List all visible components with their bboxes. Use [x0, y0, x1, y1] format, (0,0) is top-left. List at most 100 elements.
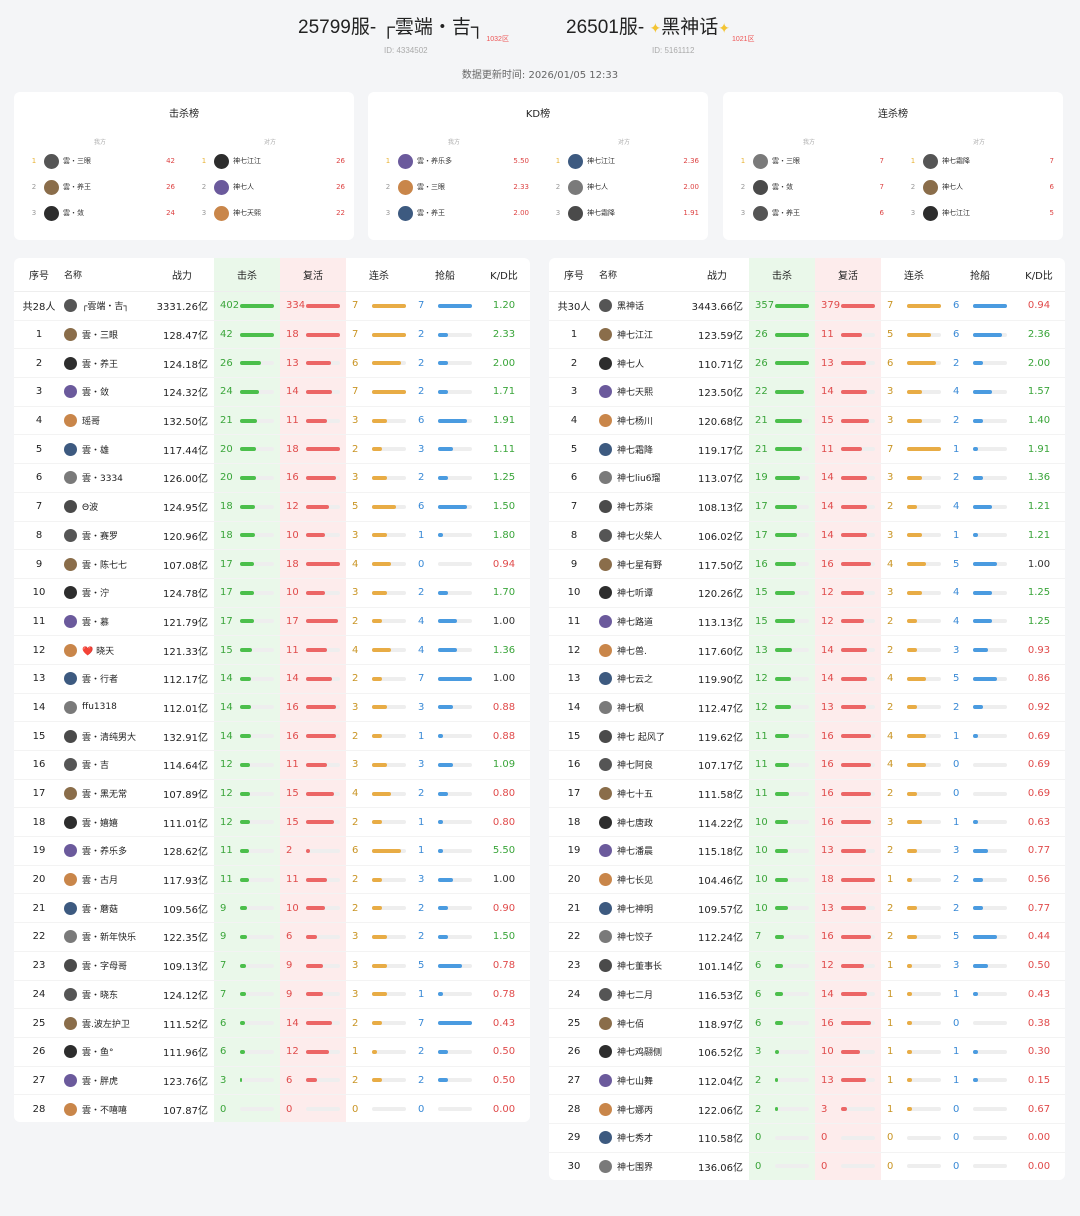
player-name: 雲・黑无常 [82, 790, 128, 801]
streak-bar-track [372, 533, 406, 538]
kills-bar [775, 332, 809, 337]
avatar [599, 758, 612, 772]
player-name: 雲・胖虎 [82, 1076, 119, 1087]
kills-bar [775, 590, 795, 595]
kills-cell: 17 [214, 587, 280, 598]
power-cell: 113.13亿 [698, 617, 743, 629]
header-cell: 名称 [64, 271, 83, 281]
streak-cell: 1 [881, 1075, 947, 1086]
grab-value: 2 [418, 587, 425, 599]
name-cell: 神七娜丙 [599, 1102, 685, 1116]
player-name: 神七liu6瑠 [617, 474, 661, 485]
kills-value: 12 [755, 673, 768, 685]
table-row: 8 雲・赛罗 120.96亿 18 10 3 1 1.80 [14, 522, 530, 551]
kills-value: 9 [220, 902, 227, 914]
avatar [64, 299, 77, 313]
deaths-cell: 16 [815, 788, 881, 799]
rank-number: 1 [910, 157, 916, 165]
our-side-label: 我方 [803, 139, 816, 146]
grab-bar [973, 619, 993, 624]
deaths-value: 10 [286, 587, 299, 599]
deaths-cell: 334 [280, 300, 346, 311]
deaths-bar-track [841, 1049, 875, 1054]
streak-bar [372, 848, 402, 853]
streak-bar-track [907, 418, 941, 423]
table-row: 26 雲・鱼° 111.96亿 6 12 1 2 0.50 [14, 1038, 530, 1067]
kd-cell: 0.56 [1027, 874, 1051, 886]
deaths-cell: 11 [280, 759, 346, 770]
name-cell: Θ波 [64, 500, 150, 514]
streak-value: 1 [887, 988, 894, 1000]
grab-cell: 7 [412, 1018, 478, 1029]
deaths-bar [841, 389, 868, 394]
streak-cell: 3 [881, 386, 947, 397]
deaths-value: 13 [821, 902, 834, 914]
grab-cell: 6 [947, 300, 1013, 311]
grab-value: 1 [418, 529, 425, 541]
avatar [599, 442, 612, 456]
kills-value: 12 [220, 816, 233, 828]
rank-cell: 7 [35, 501, 43, 513]
grab-bar-track [438, 906, 472, 911]
streak-bar-track [907, 1164, 941, 1169]
streak-bar [372, 389, 406, 394]
kills-bar-track [240, 791, 274, 796]
grab-bar [438, 762, 453, 767]
deaths-cell: 0 [280, 1104, 346, 1115]
table-row: 30 神七围界 136.06亿 0 0 0 0 0.00 [549, 1153, 1065, 1180]
avatar [64, 1016, 77, 1030]
avatar [599, 930, 612, 944]
streak-value: 2 [352, 673, 359, 685]
deaths-bar-track [306, 332, 340, 337]
grab-bar [438, 590, 448, 595]
streak-cell: 2 [881, 645, 947, 656]
deaths-value: 10 [821, 1046, 834, 1058]
streak-bar [907, 705, 917, 710]
player-name: 神七鸡翮侧 [617, 1048, 663, 1059]
kills-value: 14 [220, 701, 233, 713]
grab-value: 1 [418, 730, 425, 742]
streak-cell: 3 [881, 415, 947, 426]
name-cell: 神七星有野 [599, 557, 685, 571]
table-row: 17 雲・黑无常 107.89亿 12 15 4 2 0.80 [14, 780, 530, 809]
kills-cell: 10 [749, 817, 815, 828]
rank-cell: 20 [32, 874, 46, 886]
kills-value: 6 [755, 960, 762, 972]
enemy-side-label: 对方 [973, 139, 986, 146]
deaths-bar-track [841, 361, 875, 366]
streak-bar [907, 762, 927, 767]
grab-cell: 1 [947, 1046, 1013, 1057]
grab-bar [438, 963, 463, 968]
kills-value: 26 [755, 329, 768, 341]
rank-cell: 12 [32, 644, 46, 656]
grab-bar-track [973, 791, 1007, 796]
deaths-cell: 16 [815, 1018, 881, 1029]
power-cell: 107.89亿 [163, 790, 208, 802]
player-name: 神七长见 [617, 876, 654, 887]
kills-cell: 12 [214, 759, 280, 770]
deaths-bar-track [841, 734, 875, 739]
deaths-cell: 12 [815, 587, 881, 598]
streak-cell: 5 [881, 329, 947, 340]
ranking-row: 2 神七人 6 [907, 174, 1077, 200]
deaths-value: 16 [821, 1017, 834, 1029]
kills-bar-track [775, 992, 809, 997]
deaths-bar [306, 504, 329, 509]
deaths-bar [841, 762, 872, 767]
avatar [599, 1131, 612, 1145]
deaths-cell: 14 [815, 472, 881, 483]
deaths-cell: 14 [280, 673, 346, 684]
grab-value: 3 [953, 960, 960, 972]
deaths-bar [841, 734, 872, 739]
table-row: 19 神七潘晨 115.18亿 10 13 2 3 0.77 [549, 837, 1065, 866]
deaths-bar [306, 676, 333, 681]
streak-value: 2 [887, 902, 894, 914]
table-row: 27 神七山舞 112.04亿 2 13 1 1 0.15 [549, 1067, 1065, 1096]
deaths-bar-track [306, 418, 340, 423]
name-cell: 神七神明 [599, 901, 685, 915]
name-cell: 神七杨川 [599, 414, 685, 428]
card-title: 连杀榜 [878, 109, 908, 120]
kills-value: 11 [755, 759, 768, 771]
kills-cell: 20 [214, 472, 280, 483]
power-cell: 107.87亿 [163, 1105, 208, 1117]
